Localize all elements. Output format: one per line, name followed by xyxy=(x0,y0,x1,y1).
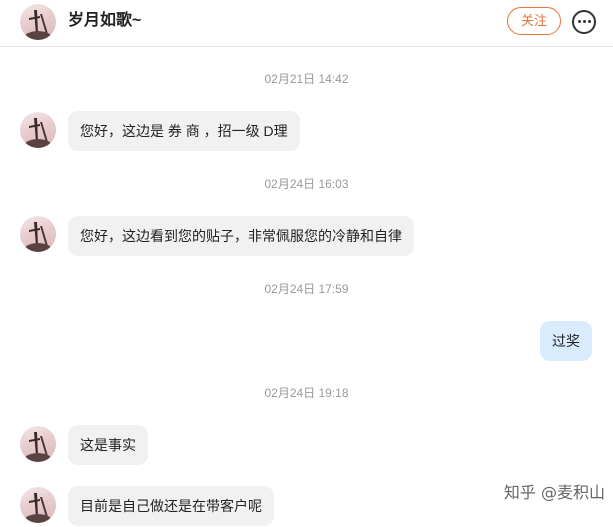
more-horizontal-icon[interactable] xyxy=(572,10,596,34)
message-timestamp: 02月21日 14:42 xyxy=(264,72,349,86)
contact-name: 岁月如歌~ xyxy=(68,12,142,29)
message-timestamp: 02月24日 16:03 xyxy=(264,177,349,191)
message-bubble: 您好，这边是 券 商 ，招一级 D理 xyxy=(68,111,300,151)
avatar-image xyxy=(26,118,50,148)
watermark: 知乎 @麦积山 xyxy=(503,483,605,502)
avatar-image xyxy=(26,10,50,40)
contact-avatar[interactable] xyxy=(20,4,56,40)
avatar-image xyxy=(26,222,50,252)
message-bubble: 您好，这边看到您的贴子，非常佩服您的冷静和自律 xyxy=(68,216,414,256)
avatar-image xyxy=(26,493,50,523)
follow-button[interactable]: 关注 xyxy=(507,7,561,35)
message-bubble-self: 过奖 xyxy=(540,321,592,361)
sender-avatar[interactable] xyxy=(20,487,56,523)
avatar-image xyxy=(26,432,50,462)
sender-avatar[interactable] xyxy=(20,112,56,148)
message-bubble: 目前是自己做还是在带客户呢 xyxy=(68,486,274,526)
sender-avatar[interactable] xyxy=(20,426,56,462)
message-timestamp: 02月24日 19:18 xyxy=(264,386,349,400)
sender-avatar[interactable] xyxy=(20,216,56,252)
message-bubble: 这是事实 xyxy=(68,425,148,465)
message-timestamp: 02月24日 17:59 xyxy=(264,282,349,296)
chat-header: 岁月如歌~ 关注 xyxy=(0,0,613,47)
